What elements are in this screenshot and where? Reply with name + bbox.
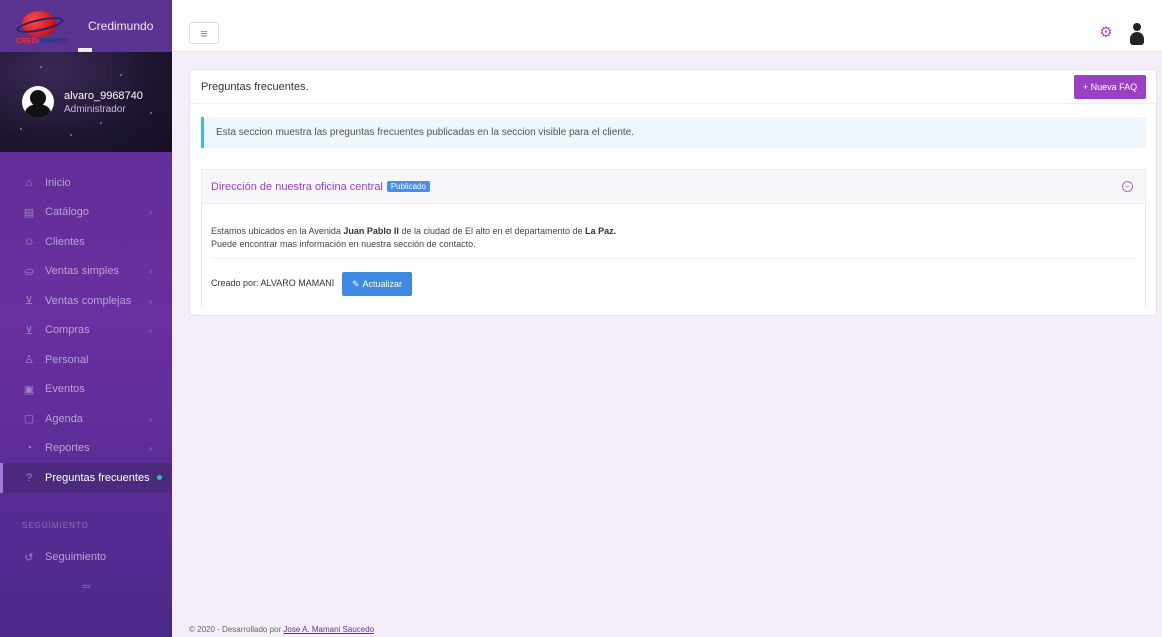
sidebar-item-preguntas-frecuentes[interactable]: ? Preguntas frecuentes bbox=[0, 463, 172, 493]
status-badge: Publicado bbox=[386, 181, 430, 192]
chevron-right-icon: › bbox=[149, 207, 152, 218]
sidebar-item-ventas-simples[interactable]: ⛀ Ventas simples › bbox=[0, 257, 172, 287]
home-icon: ⌂ bbox=[25, 176, 33, 189]
sidebar-item-label: Inicio bbox=[45, 176, 71, 189]
user-name: alvaro_9968740 bbox=[64, 89, 143, 102]
sidebar-item-personal[interactable]: ♙ Personal bbox=[0, 345, 172, 375]
faq-item-header[interactable]: Dirección de nuestra oficina central Pub… bbox=[202, 170, 1145, 204]
card-header: Preguntas frecuentes. + Nueva FAQ bbox=[190, 70, 1156, 104]
collapse-icon[interactable]: − bbox=[1122, 181, 1133, 192]
logout-icon[interactable]: ⇦ bbox=[0, 580, 172, 593]
user-panel: alvaro_9968740 Administrador bbox=[0, 52, 172, 152]
topbar: ≡ ⚙ bbox=[172, 0, 1162, 52]
edit-icon: ✎ bbox=[351, 278, 360, 289]
sidebar-item-label: Preguntas frecuentes bbox=[45, 471, 150, 484]
section-label: SEGUIMIENTO bbox=[22, 520, 89, 530]
faq-title: Dirección de nuestra oficina central bbox=[211, 180, 383, 193]
menu-toggle-button[interactable]: ≡ bbox=[189, 22, 219, 44]
page-title: Preguntas frecuentes. bbox=[201, 80, 309, 93]
purchases-icon: ⊻ bbox=[24, 324, 34, 337]
author-link[interactable]: Jose A. Mamani Saucedo bbox=[283, 625, 374, 634]
sidebar-item-label: Seguimiento bbox=[45, 551, 107, 564]
sidebar-item-inicio[interactable]: ⌂ Inicio bbox=[0, 168, 172, 198]
sidebar-item-compras[interactable]: ⊻ Compras › bbox=[0, 316, 172, 346]
person-icon: ♙ bbox=[24, 354, 34, 367]
sidebar-item-label: Reportes bbox=[45, 442, 90, 455]
chevron-right-icon: › bbox=[149, 325, 152, 336]
active-indicator bbox=[157, 475, 162, 481]
sidebar-item-label: Ventas simples bbox=[45, 265, 119, 278]
sidebar-item-seguimiento[interactable]: ↺ Seguimiento bbox=[0, 543, 172, 573]
divider bbox=[211, 258, 1136, 259]
events-icon: ▣ bbox=[23, 383, 35, 396]
sidebar-item-ventas-complejas[interactable]: ⊻ Ventas complejas › bbox=[0, 286, 172, 316]
new-faq-button[interactable]: + Nueva FAQ bbox=[1074, 75, 1146, 99]
sidebar-item-catalogo[interactable]: ▤ Catálogo › bbox=[0, 198, 172, 228]
sidebar-item-reportes[interactable]: ◔ Reportes › bbox=[0, 434, 172, 464]
faq-item: Dirección de nuestra oficina central Pub… bbox=[201, 169, 1146, 309]
sidebar-item-label: Catálogo bbox=[45, 206, 90, 219]
brand[interactable]: CREDIMUNDO Credimundo ▾ bbox=[0, 0, 172, 58]
chevron-right-icon: › bbox=[149, 295, 152, 306]
sidebar-item-eventos[interactable]: ▣ Eventos bbox=[0, 375, 172, 405]
faq-card: Preguntas frecuentes. + Nueva FAQ Esta s… bbox=[189, 69, 1157, 316]
reports-icon: ◔ bbox=[25, 442, 33, 455]
sidebar-item-clientes[interactable]: ☺ Clientes bbox=[0, 227, 172, 257]
sidebar-item-label: Clientes bbox=[45, 235, 85, 248]
tracking-icon: ↺ bbox=[24, 551, 34, 564]
footer: © 2020 - Desarrollado por Jose A. Mamani… bbox=[189, 625, 375, 634]
sidebar-menu: ⌂ Inicio ▤ Catálogo › ☺ Clientes ⛀ Venta… bbox=[0, 152, 172, 572]
created-by: Creado por: ALVARO MAMANI bbox=[211, 278, 335, 288]
faq-answer: Estamos ubicados en la Avenida Juan Pabl… bbox=[202, 204, 1145, 251]
calendar-icon: ▢ bbox=[23, 413, 35, 426]
sidebar-item-agenda[interactable]: ▢ Agenda › bbox=[0, 404, 172, 434]
sidebar-item-label: Agenda bbox=[45, 412, 83, 425]
sales-icon: ⛀ bbox=[24, 265, 34, 278]
sidebar-item-label: Compras bbox=[45, 324, 90, 337]
brand-name: Credimundo bbox=[88, 19, 154, 33]
cart-icon: ⊻ bbox=[24, 295, 34, 308]
catalog-icon: ▤ bbox=[23, 206, 35, 219]
faq-answer-line-1: Estamos ubicados en la Avenida Juan Pabl… bbox=[211, 226, 617, 236]
chevron-right-icon: › bbox=[149, 443, 152, 454]
avatar[interactable] bbox=[22, 86, 54, 118]
user-role: Administrador bbox=[64, 103, 126, 115]
gear-icon[interactable]: ⚙ bbox=[1098, 25, 1114, 41]
info-callout: Esta seccion muestra las preguntas frecu… bbox=[201, 117, 1146, 148]
faq-answer-line-2: Puede encontrar mas información en nuest… bbox=[211, 239, 476, 249]
sidebar-item-label: Eventos bbox=[45, 383, 85, 396]
user-menu-icon[interactable] bbox=[1130, 23, 1144, 45]
update-button[interactable]: ✎ Actualizar bbox=[342, 272, 412, 296]
chevron-right-icon: › bbox=[149, 413, 152, 424]
sidebar: CREDIMUNDO Credimundo ▾ alvaro_9968740 A… bbox=[0, 0, 172, 637]
chevron-right-icon: › bbox=[149, 266, 152, 277]
sidebar-item-label: Personal bbox=[45, 353, 89, 366]
sidebar-item-label: Ventas complejas bbox=[45, 294, 132, 307]
credimundo-logo: CREDIMUNDO bbox=[15, 9, 67, 45]
users-icon: ☺ bbox=[23, 235, 35, 248]
faq-icon: ? bbox=[25, 471, 33, 484]
